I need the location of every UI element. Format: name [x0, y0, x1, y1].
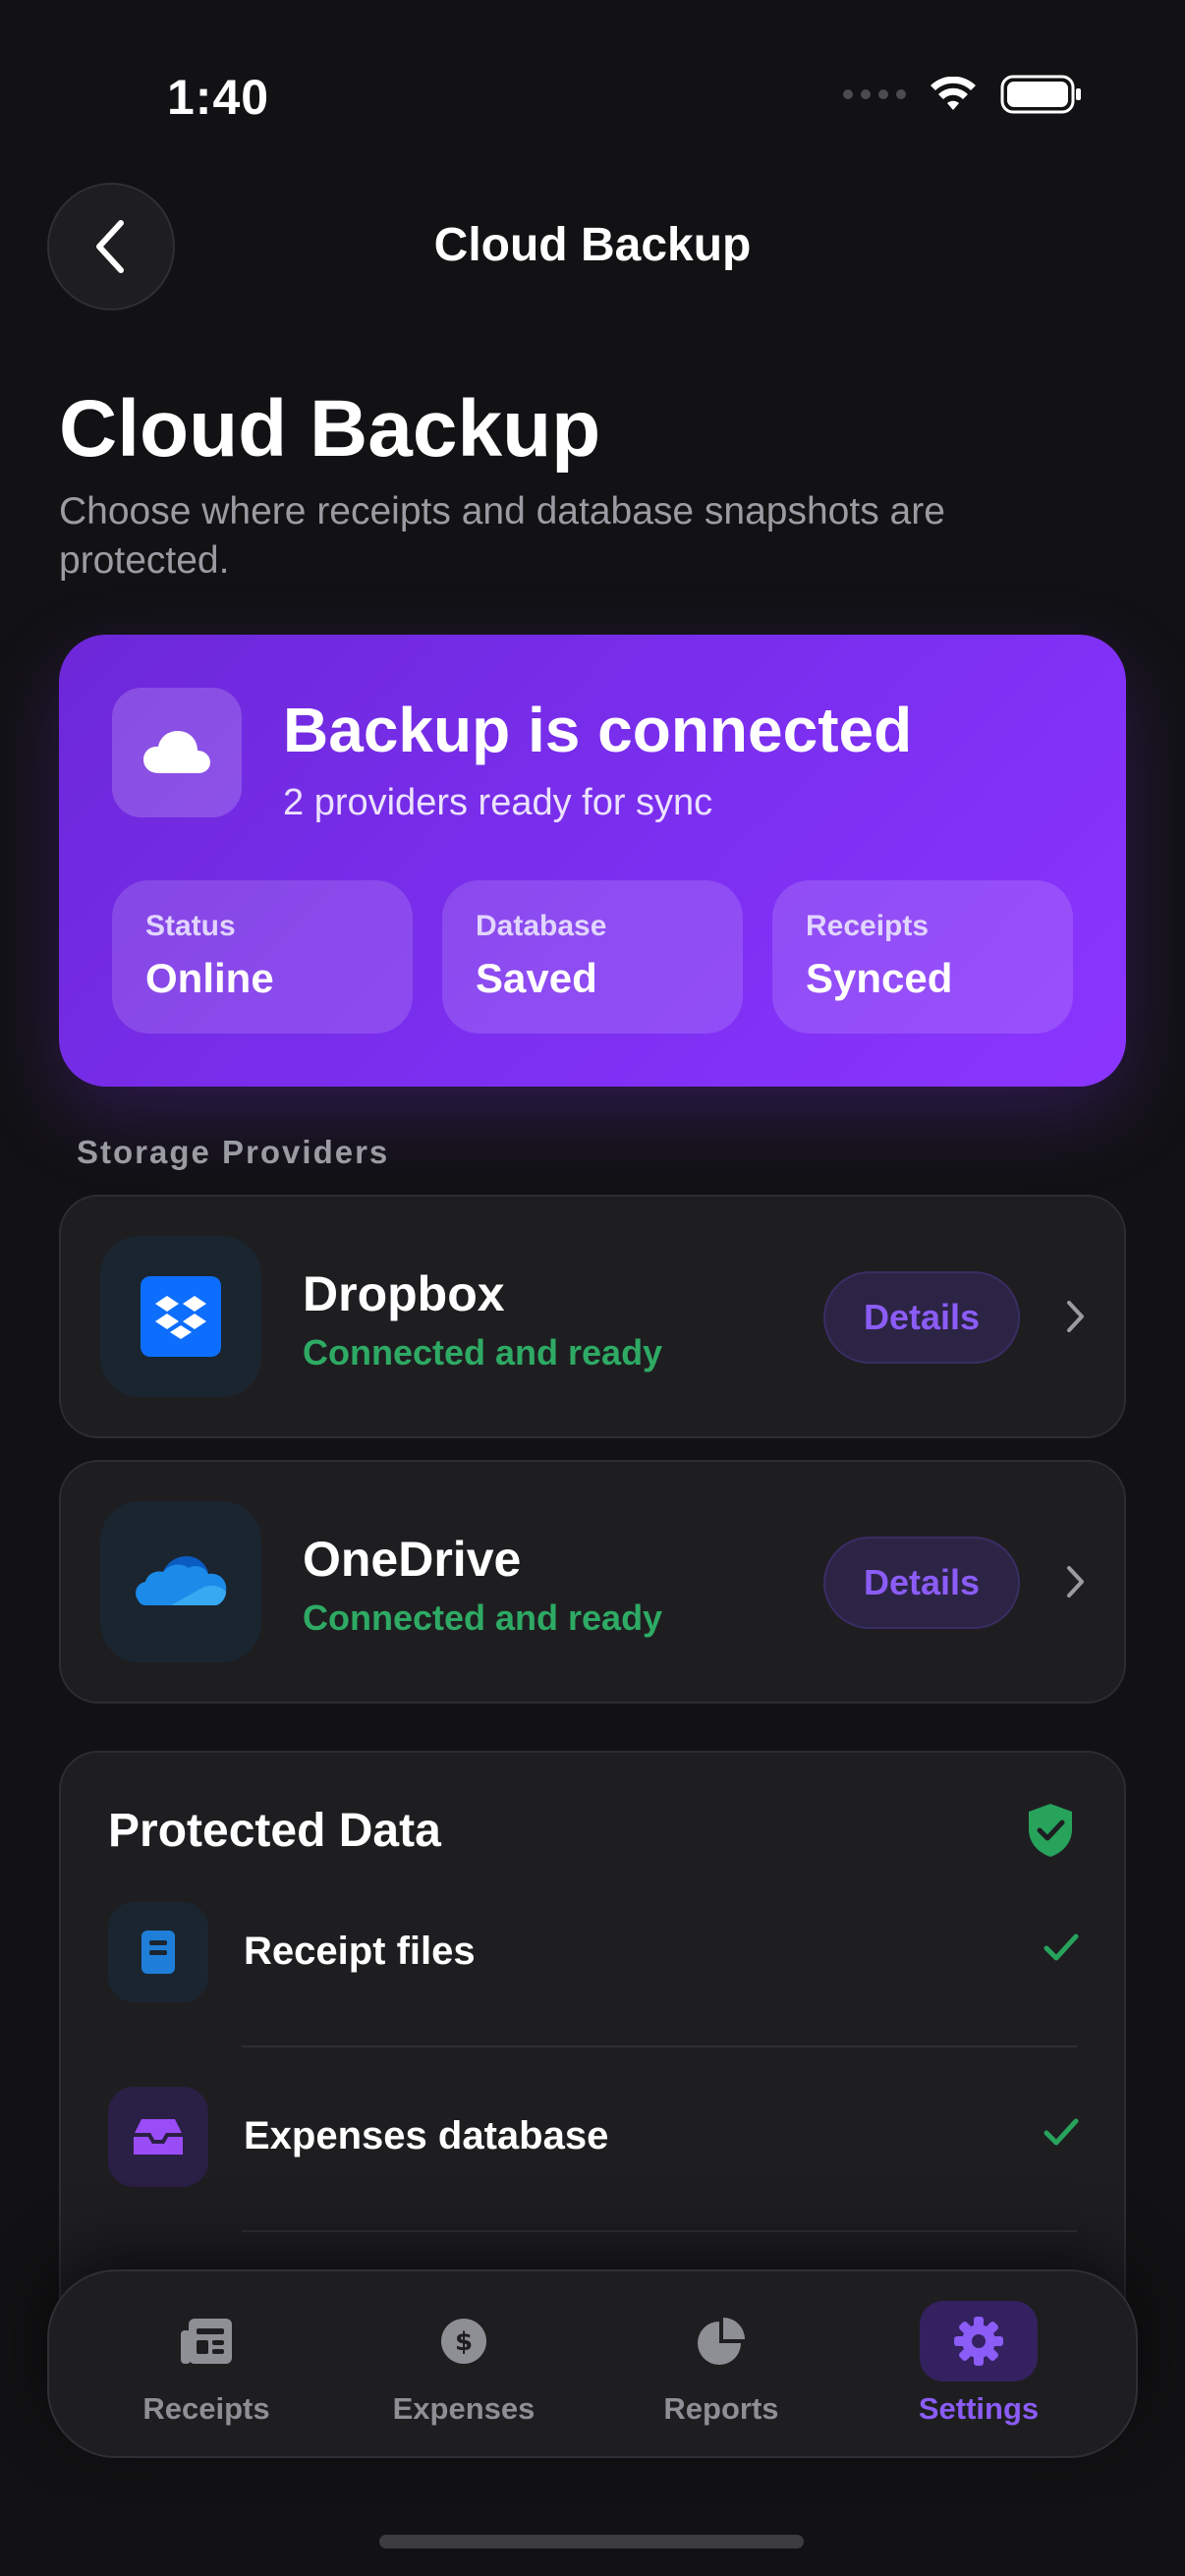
cloud-backup-screen: 1:40 Cloud Backup Cloud Backup Choose wh… — [0, 0, 1185, 2576]
chevron-right-icon — [1067, 1566, 1084, 1597]
onedrive-icon — [100, 1501, 261, 1662]
tab-expenses[interactable]: $ Expenses — [366, 2301, 562, 2438]
checkmark-icon — [1044, 2118, 1079, 2146]
home-indicator[interactable] — [379, 2535, 804, 2548]
protected-item-label: Receipt files — [244, 1930, 476, 1973]
status-time: 1:40 — [167, 70, 270, 125]
stat-value: Saved — [476, 955, 597, 1001]
protected-data-title: Protected Data — [108, 1805, 441, 1857]
tab-label: Settings — [918, 2391, 1040, 2426]
backup-status-card: Backup is connected 2 providers ready fo… — [59, 635, 1126, 1087]
details-button[interactable]: Details — [823, 1537, 1020, 1629]
backup-status-title: Backup is connected — [283, 695, 913, 765]
stat-value: Online — [145, 955, 274, 1001]
stat-label: Status — [145, 910, 236, 942]
tab-reports[interactable]: Reports — [623, 2301, 819, 2438]
details-button[interactable]: Details — [823, 1271, 1020, 1364]
gear-icon — [920, 2301, 1038, 2381]
protected-data-card: Protected Data Receipt files Expenses da… — [59, 1751, 1126, 2340]
status-icons — [843, 75, 1083, 114]
provider-name: OneDrive — [303, 1532, 522, 1587]
battery-icon — [1000, 75, 1081, 114]
page-subtitle: Choose where receipts and database snaps… — [59, 490, 945, 582]
shield-check-icon — [1029, 1804, 1072, 1857]
tab-label: Expenses — [392, 2391, 536, 2426]
tab-settings[interactable]: Settings — [880, 2301, 1077, 2438]
cloud-icon — [112, 688, 242, 817]
page-title: Cloud Backup — [59, 384, 601, 474]
backup-status-subtitle: 2 providers ready for sync — [283, 782, 713, 823]
stat-database: Database Saved — [442, 880, 743, 1034]
provider-status: Connected and ready — [303, 1332, 663, 1372]
signal-dots-icon — [843, 89, 906, 99]
provider-status: Connected and ready — [303, 1597, 663, 1638]
protected-item-label: Expenses database — [244, 2114, 609, 2157]
wifi-icon — [931, 77, 976, 110]
provider-name: Dropbox — [303, 1266, 505, 1321]
provider-card-onedrive[interactable]: OneDrive Connected and ready Details — [59, 1460, 1126, 1704]
nav-title: Cloud Backup — [433, 219, 752, 271]
protected-item-receipt-files: Receipt files — [108, 1902, 1081, 2059]
dollar-coin-icon: $ — [405, 2301, 523, 2381]
stat-value: Synced — [806, 955, 953, 1001]
receipt-file-icon — [108, 1902, 208, 2002]
divider — [242, 2045, 1077, 2047]
tab-label: Reports — [663, 2391, 779, 2426]
provider-card-dropbox[interactable]: Dropbox Connected and ready Details — [59, 1195, 1126, 1438]
stat-label: Database — [476, 910, 607, 942]
svg-text:$: $ — [455, 2327, 473, 2357]
stat-label: Receipts — [806, 910, 930, 942]
section-label-storage-providers: Storage Providers — [77, 1134, 390, 1170]
protected-item-expenses-database: Expenses database — [108, 2087, 1081, 2244]
divider — [242, 2230, 1077, 2232]
stat-status: Status Online — [112, 880, 413, 1034]
tab-label: Receipts — [142, 2391, 270, 2426]
receipts-icon — [147, 2301, 265, 2381]
inbox-tray-icon — [108, 2087, 208, 2187]
dropbox-icon — [100, 1236, 261, 1397]
checkmark-icon — [1044, 1933, 1079, 1961]
pie-chart-icon — [662, 2301, 780, 2381]
chevron-right-icon — [1067, 1301, 1084, 1332]
tab-bar: Receipts $ Expenses Reports Settings — [47, 2269, 1138, 2458]
tab-receipts[interactable]: Receipts — [108, 2301, 305, 2438]
stat-receipts: Receipts Synced — [772, 880, 1073, 1034]
